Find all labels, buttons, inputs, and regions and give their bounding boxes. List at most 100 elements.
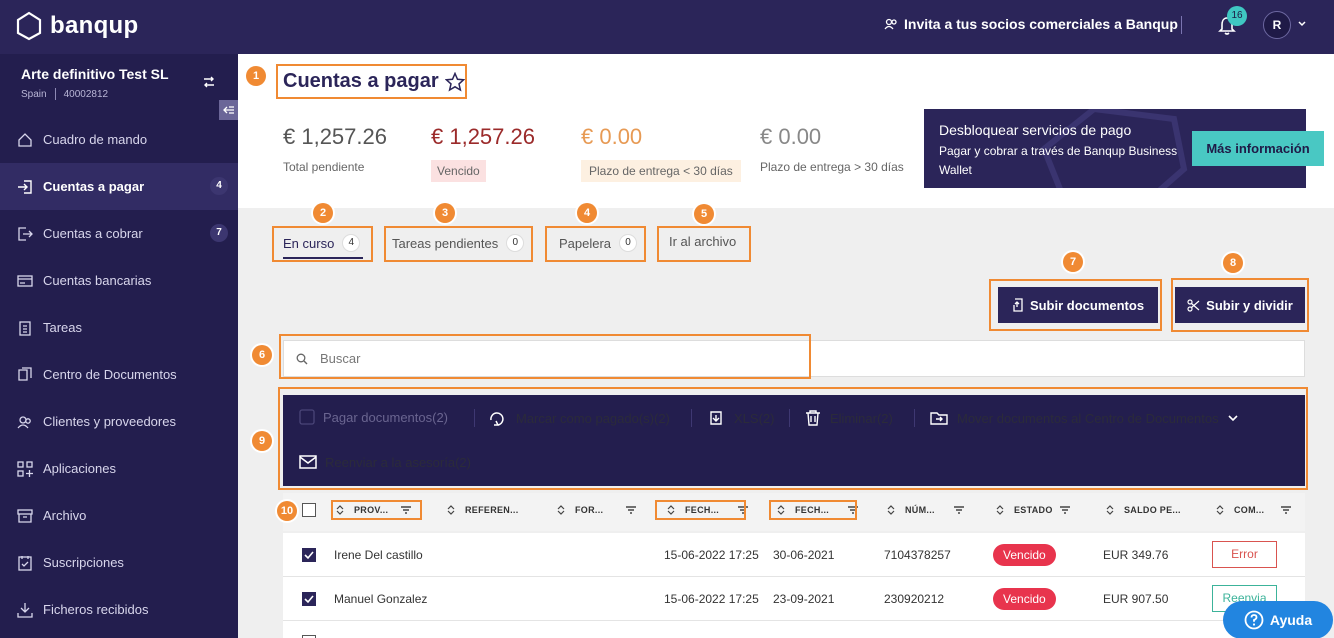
cell-date-1: 15-06-2022 17:25	[664, 592, 759, 606]
annotation-highlight	[657, 226, 751, 262]
annotation-highlight	[279, 334, 811, 379]
download-icon	[17, 602, 33, 618]
sidebar-item-tasks[interactable]: Tareas	[0, 304, 238, 351]
logo-text: banqup	[50, 12, 139, 39]
annotation-marker: 9	[252, 431, 272, 451]
sidebar-item-dashboard[interactable]: Cuadro de mando	[0, 116, 238, 163]
cell-date-1: 15-06-2022 17:25	[664, 548, 759, 562]
column-format[interactable]: FOR...	[557, 505, 637, 515]
table-row[interactable]: Manuel Gonzalez 15-06-2022 17:25 23-09-2…	[283, 577, 1305, 621]
column-number[interactable]: NÚM...	[887, 505, 965, 515]
subscriptions-icon	[18, 555, 32, 571]
divider	[54, 88, 56, 100]
sidebar-item-label: Suscripciones	[43, 555, 124, 570]
status-badge: Vencido	[993, 588, 1056, 610]
annotation-highlight	[276, 64, 467, 99]
sidebar-item-clients-suppliers[interactable]: Clientes y proveedores	[0, 398, 238, 445]
cell-balance: EUR 349.76	[1103, 548, 1169, 562]
company-name: Arte definitivo Test SL	[21, 66, 169, 82]
clipboard-icon	[19, 320, 31, 336]
filter-icon[interactable]	[1280, 505, 1292, 515]
filter-icon[interactable]	[625, 505, 637, 515]
stat-label: Plazo de entrega > 30 días	[760, 160, 904, 174]
stat-amount: € 0.00	[581, 124, 643, 149]
stat-due-over-30: € 0.00 Plazo de entrega > 30 días	[760, 124, 904, 174]
sidebar-item-label: Archivo	[43, 508, 87, 523]
stat-label: Total pendiente	[283, 160, 365, 174]
chevron-down-icon[interactable]	[1297, 19, 1307, 29]
sidebar-item-label: Cuadro de mando	[43, 132, 148, 147]
annotation-highlight	[272, 226, 373, 262]
row-checkbox[interactable]	[302, 592, 316, 606]
stat-due-under-30: € 0.00 Plazo de entrega < 30 días	[581, 124, 741, 182]
cell-balance: EUR 907.50	[1103, 592, 1169, 606]
filter-icon[interactable]	[1059, 505, 1071, 515]
documents-icon	[18, 366, 32, 381]
annotation-marker: 8	[1223, 253, 1243, 273]
column-label: ESTADO	[1014, 505, 1053, 515]
logo[interactable]: banqup	[16, 11, 138, 41]
error-button[interactable]: Error	[1212, 541, 1277, 568]
column-balance[interactable]: SALDO PE...	[1106, 505, 1181, 515]
column-comment[interactable]: COM...	[1216, 505, 1292, 515]
login-icon	[18, 179, 32, 194]
column-label: REFEREN...	[465, 505, 519, 515]
column-label: FOR...	[575, 505, 604, 515]
annotation-highlight	[989, 279, 1162, 331]
sidebar: Arte definitivo Test SL Spain 40002812 C…	[0, 54, 239, 638]
cell-provider: Irene Del castillo	[334, 548, 423, 562]
table-row[interactable]	[283, 621, 1305, 638]
sidebar-item-subscriptions[interactable]: Suscripciones	[0, 539, 238, 586]
count-badge: 4	[210, 177, 228, 195]
stat-label: Plazo de entrega < 30 días	[581, 160, 741, 182]
table-row[interactable]: Irene Del castillo 15-06-2022 17:25 30-0…	[283, 533, 1305, 577]
filter-icon[interactable]	[953, 505, 965, 515]
company-country: Spain	[21, 88, 47, 100]
annotation-marker: 2	[313, 203, 333, 223]
annotation-marker: 4	[577, 203, 597, 223]
sidebar-item-label: Aplicaciones	[43, 461, 116, 476]
sidebar-item-label: Clientes y proveedores	[43, 414, 176, 429]
sidebar-item-payables[interactable]: Cuentas a pagar 4	[0, 163, 238, 210]
annotation-marker: 3	[435, 203, 455, 223]
archive-icon	[17, 508, 33, 523]
annotation-highlight	[384, 226, 533, 262]
more-info-button[interactable]: Más información	[1192, 131, 1324, 166]
promo-text: Pagar y cobrar a través de Banqup Busine…	[939, 144, 1178, 177]
sidebar-item-apps[interactable]: Aplicaciones	[0, 445, 238, 492]
annotation-marker: 7	[1063, 252, 1083, 272]
divider	[1181, 16, 1182, 34]
sidebar-item-documents-center[interactable]: Centro de Documentos	[0, 351, 238, 398]
help-button[interactable]: Ayuda	[1223, 601, 1333, 638]
apps-icon	[17, 460, 33, 477]
sidebar-menu: Cuadro de mando Cuentas a pagar 4 Cuenta…	[0, 116, 238, 633]
people-icon	[17, 415, 31, 428]
card-icon	[17, 274, 33, 287]
stat-total-pending: € 1,257.26 Total pendiente	[283, 124, 387, 174]
invite-text: Invita a tus socios comerciales a Banqup	[904, 16, 1178, 32]
annotation-marker: 10	[277, 501, 297, 521]
cell-date-2: 23-09-2021	[773, 592, 835, 606]
column-label: COM...	[1234, 505, 1265, 515]
cell-provider: Manuel Gonzalez	[334, 592, 428, 606]
select-all-checkbox[interactable]	[302, 503, 316, 517]
check-icon	[304, 595, 314, 604]
invite-partners-link[interactable]: Invita a tus socios comerciales a Banqup	[884, 16, 1178, 32]
switch-company-icon[interactable]	[201, 74, 217, 90]
row-checkbox[interactable]	[302, 548, 316, 562]
sidebar-item-receivables[interactable]: Cuentas a cobrar 7	[0, 210, 238, 257]
column-reference[interactable]: REFEREN...	[447, 505, 519, 515]
column-status[interactable]: ESTADO	[996, 505, 1071, 515]
sidebar-item-bank-accounts[interactable]: Cuentas bancarias	[0, 257, 238, 304]
sort-icon	[557, 505, 565, 515]
collapse-icon	[223, 106, 234, 114]
sort-icon	[1106, 505, 1114, 515]
sidebar-item-received-files[interactable]: Ficheros recibidos	[0, 586, 238, 633]
avatar[interactable]: R	[1263, 11, 1291, 39]
notification-badge: 16	[1227, 6, 1247, 26]
sidebar-item-archive[interactable]: Archivo	[0, 492, 238, 539]
stat-overdue: € 1,257.26 Vencido	[431, 124, 535, 182]
column-label: NÚM...	[905, 505, 935, 515]
promo-title: Desbloquear servicios de pago	[939, 122, 1132, 138]
status-badge: Vencido	[993, 544, 1056, 566]
